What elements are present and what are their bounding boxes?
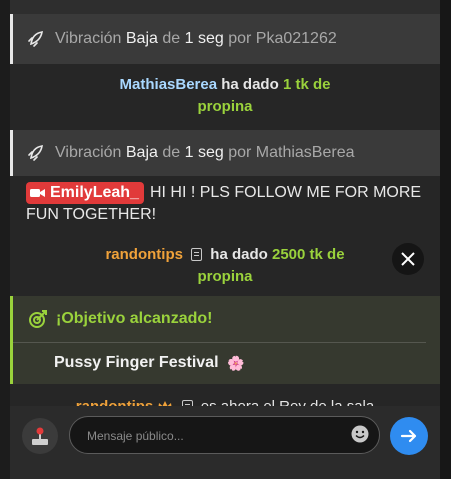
- composer-bar: [10, 406, 440, 479]
- previous-message-edge: [10, 0, 440, 14]
- tip-username[interactable]: MathiasBerea: [120, 76, 218, 93]
- tip-amount-suffix: propina: [197, 98, 253, 115]
- vibration-duration: 1 seg: [184, 30, 224, 47]
- vibration-prefix: Vibración: [55, 144, 122, 161]
- king-message: randontips es ahora el Rey de la sala: [10, 384, 440, 406]
- king-text: es ahora el Rey de la sala: [201, 398, 374, 406]
- vibration-message: Vibración Baja de 1 seg por MathiasBerea: [10, 130, 440, 176]
- vibration-icon: [28, 31, 43, 47]
- vibration-user[interactable]: MathiasBerea: [256, 144, 355, 162]
- vibration-level: Baja: [125, 30, 158, 47]
- vibration-de: de: [162, 30, 181, 47]
- send-button[interactable]: [390, 417, 428, 455]
- goal-reached-card: ¡Objetivo alcanzado! Pussy Finger Festiv…: [10, 296, 440, 384]
- scrollbar[interactable]: [440, 0, 451, 479]
- model-message: EmilyLeah_ HI HI ! PLS FOLLOW ME FOR MOR…: [10, 176, 440, 236]
- tip-username[interactable]: randontips: [105, 246, 183, 263]
- send-icon: [400, 429, 417, 443]
- joystick-button[interactable]: [22, 418, 58, 454]
- goal-heading: ¡Objetivo alcanzado!: [56, 310, 213, 327]
- vibration-message: Vibración Baja de 1 seg por Pka021262: [10, 14, 440, 64]
- left-gutter: [0, 0, 10, 479]
- tip-amount: 1 tk de: [282, 76, 331, 93]
- goal-header: ¡Objetivo alcanzado!: [13, 296, 426, 343]
- x-icon: [401, 252, 415, 266]
- vibration-user[interactable]: Pka021262: [256, 30, 337, 48]
- joystick-icon: [32, 427, 48, 445]
- goal-title: Pussy Finger Festival: [54, 354, 219, 371]
- tip-message: randontips ha dado 2500 tk de propina: [10, 236, 440, 296]
- vibration-icon: [28, 145, 43, 161]
- tip-text: ha dado: [210, 246, 268, 263]
- vibration-de: de: [162, 144, 181, 161]
- chat-panel[interactable]: Vibración Baja de 1 seg por Pka021262 Ma…: [10, 0, 440, 406]
- x-share-button[interactable]: [392, 243, 424, 275]
- king-username[interactable]: randontips: [76, 398, 154, 406]
- vibration-por: por: [228, 144, 252, 161]
- tip-message: MathiasBerea ha dado 1 tk de propina: [10, 64, 440, 124]
- tip-amount: 2500 tk de: [271, 246, 345, 263]
- emoji-icon[interactable]: [351, 425, 369, 443]
- target-icon: [29, 310, 47, 328]
- tip-text: ha dado: [221, 76, 279, 93]
- notes-icon: [191, 248, 203, 261]
- model-badge[interactable]: EmilyLeah_: [26, 182, 144, 204]
- vibration-duration: 1 seg: [184, 144, 224, 161]
- model-username: EmilyLeah_: [50, 184, 139, 201]
- camera-icon: [30, 189, 45, 197]
- vibration-level: Baja: [125, 144, 158, 161]
- flower-icon: 🌸: [227, 354, 245, 371]
- vibration-por: por: [228, 30, 252, 47]
- goal-title-row: Pussy Finger Festival 🌸: [13, 343, 440, 383]
- vibration-prefix: Vibración: [55, 30, 122, 47]
- message-input[interactable]: [85, 417, 339, 454]
- message-input-wrapper: [69, 416, 380, 454]
- tip-amount-suffix: propina: [197, 268, 253, 285]
